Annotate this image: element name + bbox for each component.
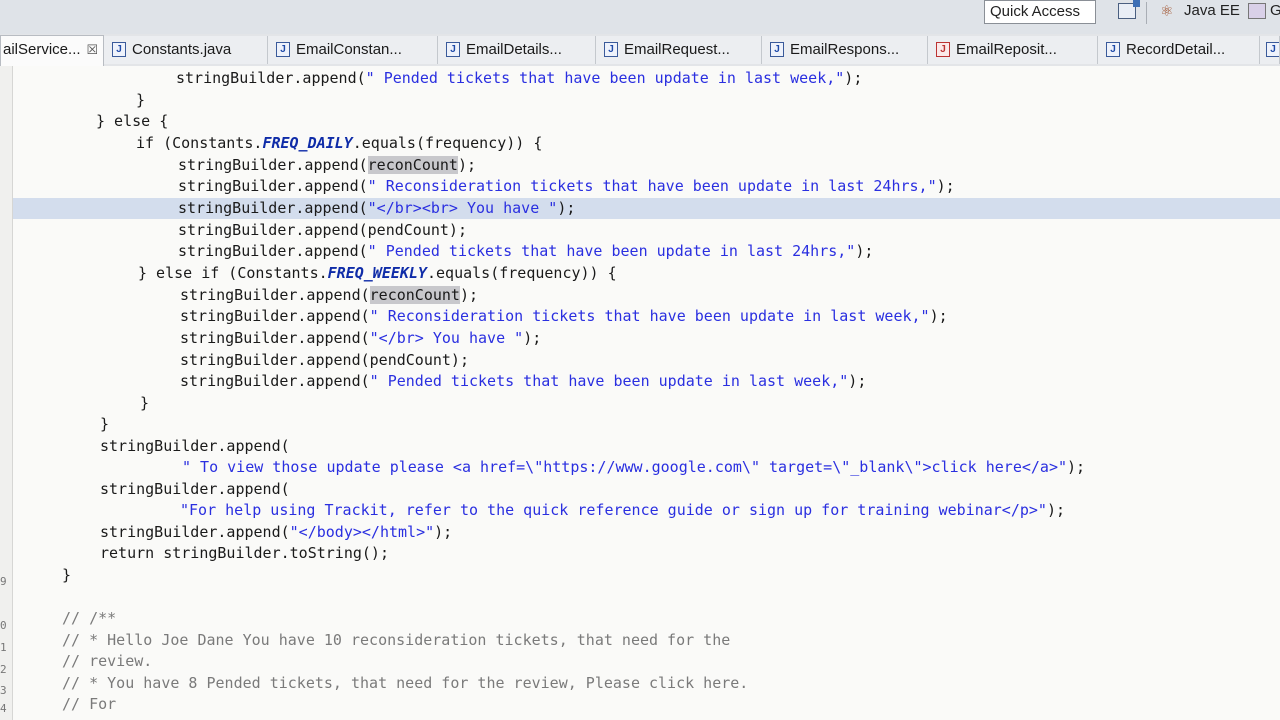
java-ee-perspective-icon[interactable]: ⚛ <box>1160 2 1173 20</box>
java-file-icon: J <box>770 41 784 57</box>
code-line: stringBuilder.append( <box>100 480 290 498</box>
open-perspective-icon[interactable] <box>1118 0 1140 19</box>
tab-label: Constants.java <box>132 41 232 58</box>
tab-record-details[interactable]: J RecordDetail... <box>1098 36 1260 64</box>
tab-constants[interactable]: J Constants.java <box>104 36 268 64</box>
code-line: } <box>140 394 150 412</box>
comment-line: // review. <box>62 652 153 670</box>
code-line: stringBuilder.append(" Pended tickets th… <box>178 242 874 260</box>
code-line: } <box>136 91 146 109</box>
java-file-icon: J <box>276 41 290 57</box>
code-line: } else { <box>96 112 169 130</box>
tab-email-repository[interactable]: J EmailReposit... <box>928 36 1098 64</box>
code-line: stringBuilder.append(pendCount); <box>180 351 469 369</box>
line-number: 0 <box>0 619 7 632</box>
java-file-icon: J <box>112 41 126 57</box>
tab-label: RecordDetail... <box>1126 41 1226 58</box>
comment-line: // * Hello Joe Dane You have 10 reconsid… <box>62 631 731 649</box>
tab-label: EmailConstan... <box>296 41 402 58</box>
code-line: stringBuilder.append(" Reconsideration t… <box>180 307 948 325</box>
git-perspective-icon[interactable] <box>1248 3 1266 19</box>
code-line: } else if (Constants.FREQ_WEEKLY.equals(… <box>138 264 617 282</box>
tab-label: EmailRequest... <box>624 41 730 58</box>
toolbar-separator <box>1146 2 1147 24</box>
code-line: stringBuilder.append(" Pended tickets th… <box>176 69 863 87</box>
code-line: "For help using Trackit, refer to the qu… <box>180 501 1066 519</box>
tab-email-details[interactable]: J EmailDetails... <box>438 36 596 64</box>
line-number: 2 <box>0 663 7 676</box>
java-interface-file-icon: J <box>936 41 950 57</box>
code-line: stringBuilder.append(" Pended tickets th… <box>180 372 867 390</box>
editor-tab-bar: ailService... ☒ J Constants.java J EmailCon… <box>0 34 1280 67</box>
tab-label: EmailDetails... <box>466 41 562 58</box>
comment-line: // /** <box>62 609 117 627</box>
comment-line: // For <box>62 695 117 713</box>
tab-email-service[interactable]: ailService... ☒ <box>0 35 104 66</box>
code-line: stringBuilder.append("</body></html>"); <box>100 523 453 541</box>
code-line: } <box>100 415 110 433</box>
main-toolbar: Quick Access ⚛ Java EE G <box>0 0 1280 34</box>
code-line: stringBuilder.append(pendCount); <box>178 221 467 239</box>
line-number: 9 <box>0 575 7 588</box>
code-line: return stringBuilder.toString(); <box>100 544 389 562</box>
tab-email-request[interactable]: J EmailRequest... <box>596 36 762 64</box>
tab-label: EmailRespons... <box>790 41 900 58</box>
line-number-gutter: 9 0 1 2 3 4 <box>0 66 13 720</box>
tab-label: ailService... <box>3 41 81 58</box>
java-file-icon: J <box>1106 41 1120 57</box>
java-ee-perspective-button[interactable]: Java EE <box>1184 2 1240 19</box>
git-perspective-button[interactable]: G <box>1270 2 1280 19</box>
code-line-current: stringBuilder.append("</br><br> You have… <box>178 199 576 217</box>
code-line: stringBuilder.append( <box>100 437 290 455</box>
line-number: 4 <box>0 702 7 715</box>
tab-label: EmailReposit... <box>956 41 1057 58</box>
tab-overflow[interactable]: J <box>1260 36 1280 64</box>
java-file-icon: J <box>446 41 460 57</box>
code-line: } <box>62 566 72 584</box>
tab-email-constants[interactable]: J EmailConstan... <box>268 36 438 64</box>
code-line: stringBuilder.append("</br> You have "); <box>180 329 542 347</box>
occurrence-highlight: reconCount <box>367 156 458 174</box>
close-tab-icon[interactable]: ☒ <box>87 42 99 57</box>
code-line: stringBuilder.append(reconCount); <box>180 286 479 304</box>
quick-access-field[interactable]: Quick Access <box>984 0 1096 24</box>
line-number: 1 <box>0 641 7 654</box>
code-line: stringBuilder.append(" Reconsideration t… <box>178 177 955 195</box>
java-file-icon: J <box>1266 41 1279 57</box>
tab-email-response[interactable]: J EmailRespons... <box>762 36 928 64</box>
code-line: if (Constants.FREQ_DAILY.equals(frequenc… <box>136 134 543 152</box>
occurrence-highlight: reconCount <box>369 286 460 304</box>
comment-line: // * You have 8 Pended tickets, that nee… <box>62 674 749 692</box>
code-line: " To view those update please <a href=\"… <box>182 458 1086 476</box>
code-line: stringBuilder.append(reconCount); <box>178 156 477 174</box>
code-editor[interactable]: 9 0 1 2 3 4 stringBuilder.append(" Pende… <box>0 66 1280 720</box>
java-file-icon: J <box>604 41 618 57</box>
